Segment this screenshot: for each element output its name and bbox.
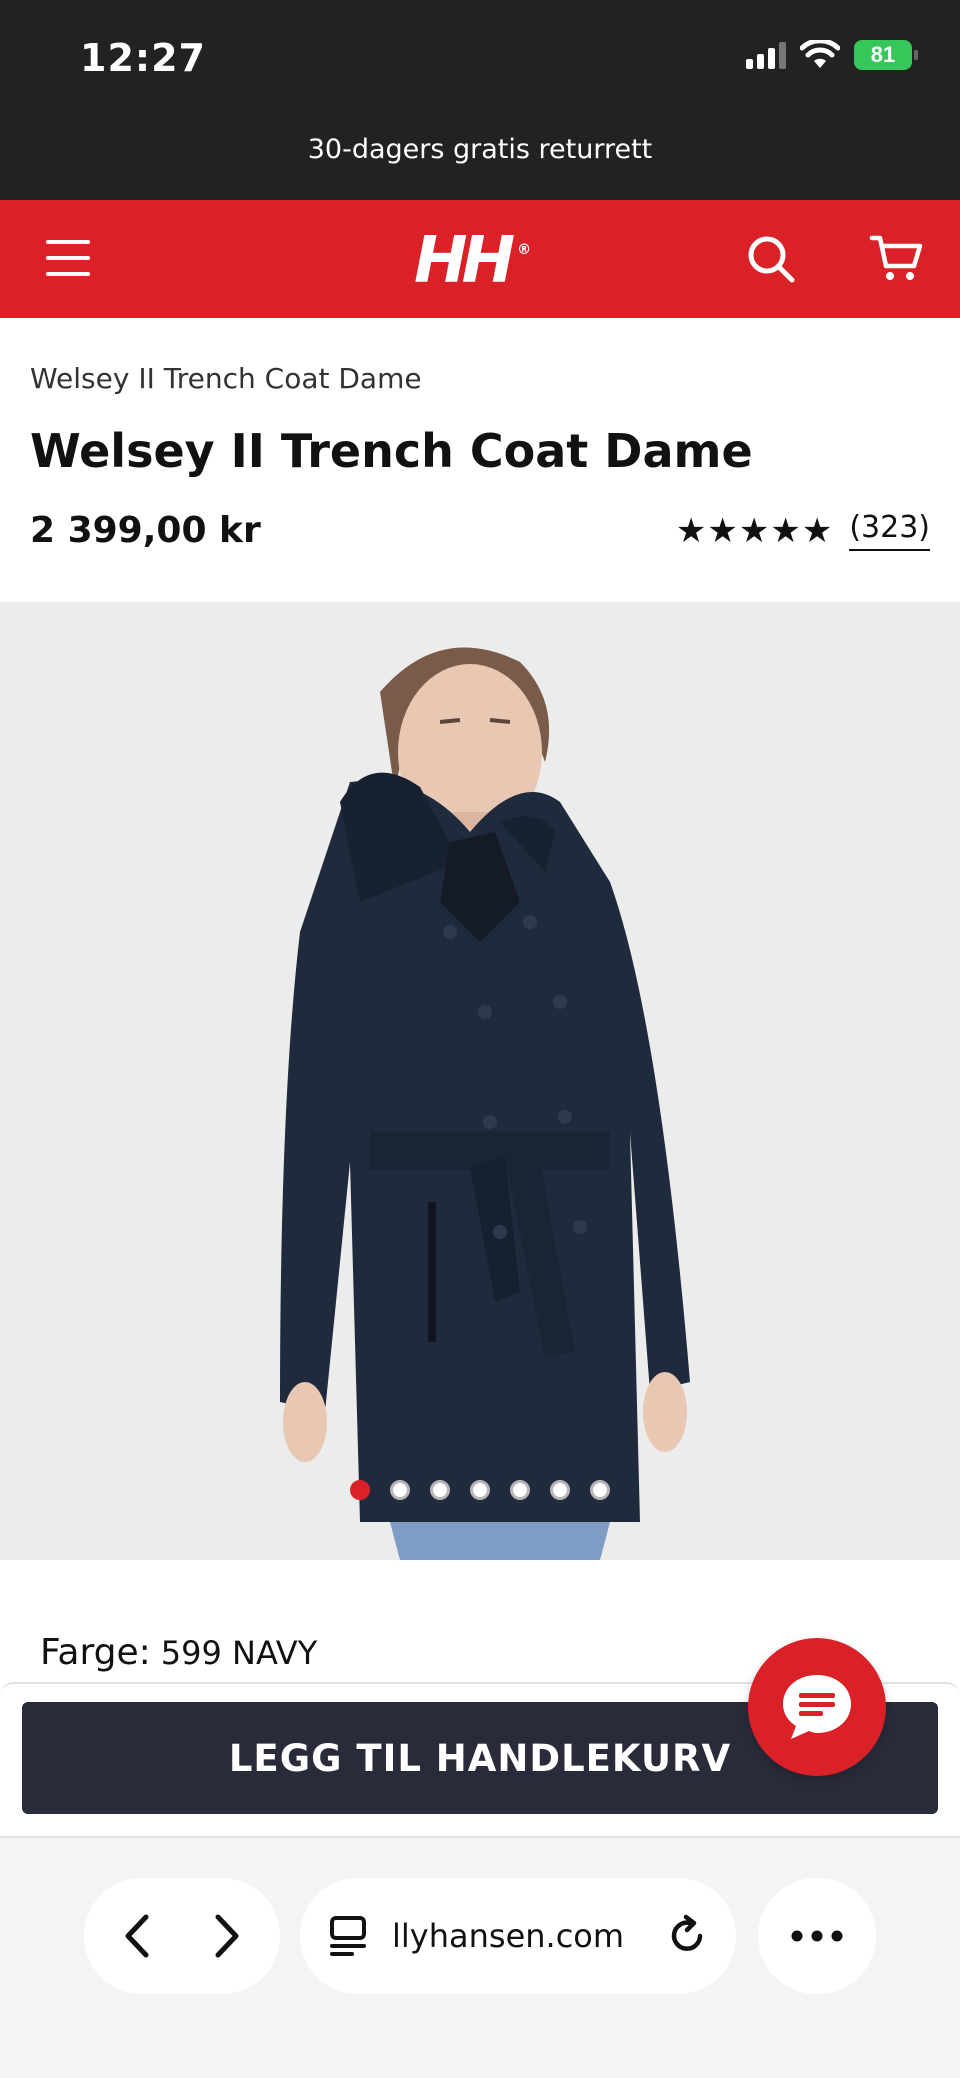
- menu-icon[interactable]: [46, 240, 90, 276]
- color-label: Farge:: [40, 1632, 151, 1673]
- review-count-link[interactable]: (323): [849, 510, 930, 551]
- carousel-dot[interactable]: [470, 1480, 490, 1500]
- chat-button[interactable]: [748, 1638, 886, 1776]
- carousel-dot[interactable]: [390, 1480, 410, 1500]
- carousel-dots: [0, 1480, 960, 1500]
- browser-toolbar: llyhansen.com: [0, 1838, 960, 2078]
- reload-icon[interactable]: [666, 1914, 708, 1958]
- address-bar[interactable]: llyhansen.com: [300, 1878, 736, 1994]
- status-time: 12:27: [80, 36, 206, 80]
- carousel-dot[interactable]: [510, 1480, 530, 1500]
- chat-bubble-icon: [783, 1675, 851, 1739]
- cart-icon[interactable]: [868, 230, 924, 286]
- promo-banner[interactable]: 30-dagers gratis returrett: [0, 134, 960, 165]
- site-header: HH ®: [0, 200, 960, 318]
- product-rating[interactable]: ★★★★★ (323): [676, 510, 930, 551]
- back-icon[interactable]: [118, 1911, 158, 1961]
- product-title: Welsey II Trench Coat Dame: [30, 424, 753, 478]
- status-icons: 81: [746, 40, 918, 70]
- rating-stars-icon: ★★★★★: [675, 510, 834, 551]
- wifi-icon: [800, 40, 840, 68]
- breadcrumb[interactable]: Welsey II Trench Coat Dame: [30, 362, 422, 395]
- logo-text: HH: [414, 224, 515, 298]
- url-text: llyhansen.com: [392, 1917, 625, 1955]
- cellular-signal-icon: [746, 41, 786, 69]
- forward-icon[interactable]: [206, 1911, 246, 1961]
- more-options-button[interactable]: [758, 1878, 876, 1994]
- browser-nav-buttons: [84, 1878, 280, 1994]
- product-price: 2 399,00 kr: [30, 510, 261, 551]
- color-value: 599 NAVY: [160, 1634, 318, 1672]
- carousel-dot[interactable]: [430, 1480, 450, 1500]
- product-image: [280, 647, 690, 1560]
- product-image-carousel[interactable]: [0, 602, 960, 1560]
- brand-logo[interactable]: HH ®: [414, 224, 531, 298]
- search-icon[interactable]: [744, 232, 798, 286]
- carousel-dot[interactable]: [350, 1480, 370, 1500]
- tab-overview-icon[interactable]: [328, 1914, 368, 1958]
- status-and-promo-bar: [0, 0, 960, 200]
- carousel-dot[interactable]: [550, 1480, 570, 1500]
- battery-icon: 81: [854, 40, 918, 70]
- more-icon: [791, 1930, 843, 1942]
- carousel-dot[interactable]: [590, 1480, 610, 1500]
- color-selector: Farge: 599 NAVY: [40, 1632, 317, 1673]
- battery-level: 81: [870, 42, 896, 67]
